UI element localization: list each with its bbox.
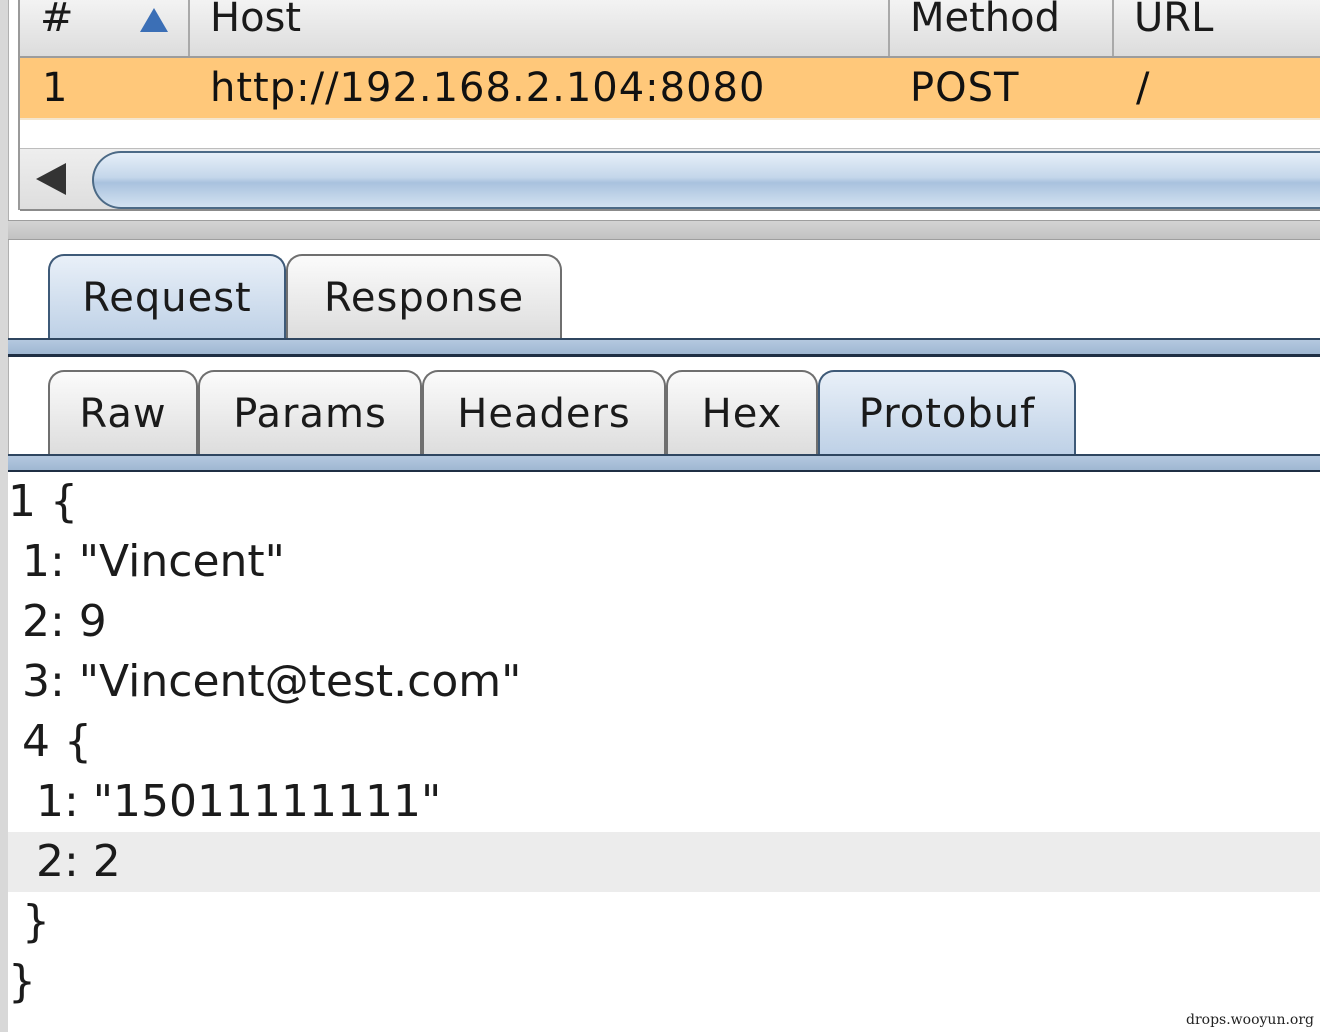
cell-url: /	[1136, 65, 1151, 111]
tab-label: Protobuf	[858, 391, 1036, 437]
code-line: }	[8, 956, 36, 1007]
tab-strip-divider	[8, 338, 1320, 357]
column-header-host[interactable]: Host	[188, 0, 888, 56]
column-header-label: Method	[910, 0, 1061, 41]
horizontal-scrollbar[interactable]	[20, 148, 1320, 211]
tab-label: Headers	[457, 391, 631, 437]
code-line: 4 {	[8, 716, 92, 767]
tab-params[interactable]: Params	[198, 370, 422, 456]
table-row[interactable]: 1 http://192.168.2.104:8080 POST /	[20, 58, 1320, 120]
pane-splitter[interactable]	[8, 220, 1320, 240]
tab-response[interactable]: Response	[286, 254, 562, 340]
tab-label: Params	[233, 391, 387, 437]
history-table: # Host Method URL 1 http://192.168.2.104…	[18, 0, 1320, 211]
tab-strip-divider	[8, 454, 1320, 473]
tab-label: Hex	[701, 391, 783, 437]
scrollbar-thumb[interactable]	[92, 151, 1320, 209]
tab-raw[interactable]: Raw	[48, 370, 198, 456]
table-header: # Host Method URL	[20, 0, 1320, 58]
tab-label: Request	[82, 275, 252, 321]
tab-label: Response	[323, 275, 525, 321]
sort-ascending-icon	[140, 8, 168, 32]
protobuf-viewer[interactable]: 1 { 1: "Vincent" 2: 9 3: "Vincent@test.c…	[8, 472, 1320, 1032]
column-header-label: #	[40, 0, 74, 41]
tab-headers[interactable]: Headers	[422, 370, 666, 456]
column-header-label: Host	[210, 0, 302, 41]
tab-hex[interactable]: Hex	[666, 370, 818, 456]
tab-request[interactable]: Request	[48, 254, 286, 340]
column-header-url[interactable]: URL	[1112, 0, 1320, 56]
code-line: 1: "15011111111"	[8, 776, 442, 827]
cell-host: http://192.168.2.104:8080	[210, 65, 766, 111]
column-header-method[interactable]: Method	[888, 0, 1112, 56]
code-line: 1 {	[8, 476, 78, 527]
code-line: 2: 9	[8, 596, 107, 647]
code-line-highlighted: 2: 2	[8, 832, 1320, 892]
tab-protobuf[interactable]: Protobuf	[818, 370, 1076, 456]
cell-number: 1	[42, 65, 69, 111]
column-header-label: URL	[1134, 0, 1214, 41]
cell-method: POST	[910, 65, 1020, 111]
column-header-number[interactable]: #	[20, 0, 186, 56]
watermark: drops.wooyun.org	[1186, 1012, 1314, 1028]
code-line: }	[8, 896, 50, 947]
code-line: 1: "Vincent"	[8, 536, 285, 587]
scroll-left-arrow-icon[interactable]	[36, 163, 66, 195]
tab-label: Raw	[79, 391, 167, 437]
code-line: 3: "Vincent@test.com"	[8, 656, 522, 707]
